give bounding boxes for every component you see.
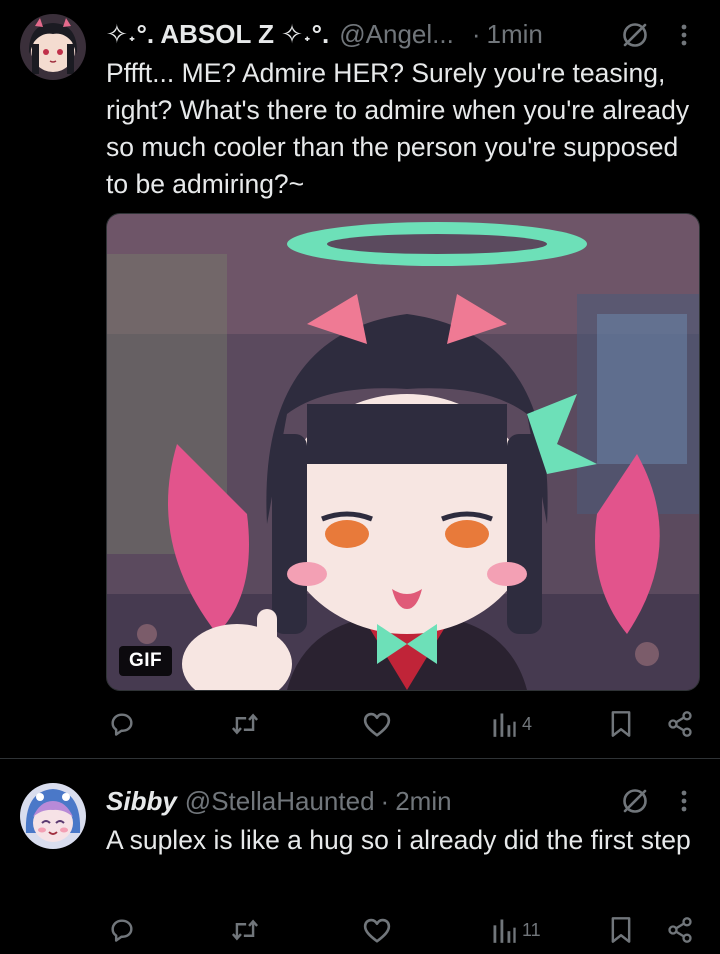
bookmark-icon: [611, 711, 631, 737]
handle[interactable]: @Angel...: [339, 19, 454, 50]
views-button[interactable]: 4: [492, 710, 532, 738]
share-icon: [668, 917, 692, 943]
more-options-icon[interactable]: [680, 786, 688, 816]
share-button[interactable]: [666, 916, 694, 944]
timestamp[interactable]: 2min: [395, 786, 451, 817]
separator: ·: [380, 785, 390, 816]
avatar[interactable]: [20, 14, 86, 80]
avatar-dark-hair-girl-icon: [20, 14, 86, 80]
bookmark-button[interactable]: [610, 916, 632, 944]
reply-button[interactable]: [108, 916, 146, 944]
anime-girl-halo-gif-icon: [107, 214, 699, 690]
reply-button[interactable]: [108, 710, 146, 738]
more-options-icon[interactable]: [680, 20, 688, 50]
repost-button[interactable]: [230, 710, 270, 738]
views-icon: [493, 713, 516, 737]
reply-icon: [111, 919, 133, 942]
avatar-blue-hood-girl-icon: [20, 783, 86, 849]
post-text: Pffft... ME? Admire HER? Surely you're t…: [106, 58, 690, 199]
views-button[interactable]: 11: [492, 916, 541, 944]
reply-icon: [111, 713, 133, 736]
separator: ·: [471, 18, 481, 49]
views-count: 11: [522, 919, 541, 940]
bookmark-button[interactable]: [610, 710, 632, 738]
repost-icon: [231, 919, 259, 941]
repost-button[interactable]: [230, 916, 270, 944]
display-name[interactable]: ✧˖°. ABSOL Z ✧˖°.: [106, 19, 329, 50]
post-2[interactable]: Sibby @StellaHaunted · 2min A suplex is …: [0, 759, 720, 954]
repost-icon: [231, 713, 259, 735]
post-1[interactable]: ✧˖°. ABSOL Z ✧˖°. @Angel... · 1min Pffft…: [0, 0, 720, 758]
timestamp[interactable]: 1min: [486, 19, 542, 50]
avatar[interactable]: [20, 783, 86, 849]
display-name[interactable]: Sibby: [106, 786, 177, 817]
like-button[interactable]: [362, 916, 402, 944]
views-icon: [493, 919, 516, 943]
heart-icon: [363, 712, 391, 737]
views-count: 4: [522, 713, 533, 734]
share-button[interactable]: [666, 710, 694, 738]
post-header: Sibby @StellaHaunted · 2min: [106, 783, 452, 819]
post-text: A suplex is like a hug so i already did …: [106, 825, 691, 855]
gif-badge: GIF: [119, 646, 173, 676]
handle[interactable]: @StellaHaunted: [185, 786, 375, 817]
grok-icon[interactable]: [620, 786, 650, 816]
post-media-gif[interactable]: GIF: [106, 213, 700, 691]
heart-icon: [363, 918, 391, 943]
share-icon: [668, 711, 692, 737]
like-button[interactable]: [362, 710, 402, 738]
grok-icon[interactable]: [620, 20, 650, 50]
post-header: ✧˖°. ABSOL Z ✧˖°. @Angel... · 1min: [106, 16, 543, 52]
bookmark-icon: [611, 917, 631, 943]
